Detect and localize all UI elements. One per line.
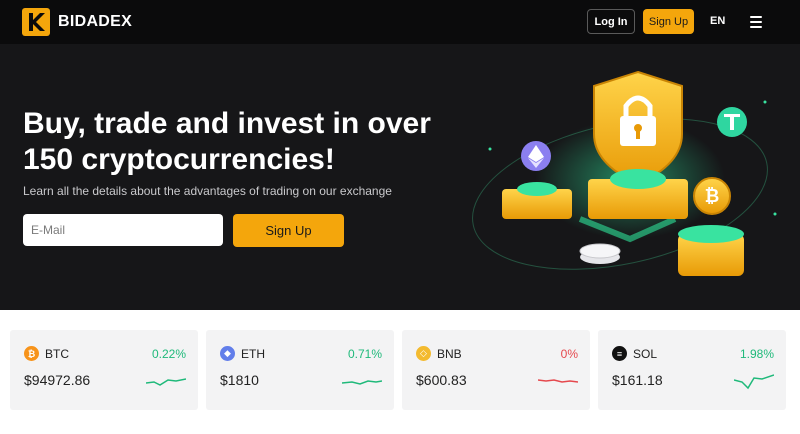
ticker-card-btc[interactable]: ₿ BTC 0.22% $94972.86 xyxy=(10,330,198,410)
crypto-security-illustration: ₿ xyxy=(472,70,777,276)
login-button[interactable]: Log In xyxy=(587,9,635,34)
binance-icon: ◇ xyxy=(416,346,431,361)
hero-title: Buy, trade and invest in over 150 crypto… xyxy=(23,107,431,176)
ticker-symbol: BTC xyxy=(45,347,69,361)
ticker-price: $161.18 xyxy=(612,372,663,388)
sparkline-chart xyxy=(734,374,774,390)
svg-text:₿: ₿ xyxy=(705,186,720,207)
ticker-card-bnb[interactable]: ◇ BNB 0% $600.83 xyxy=(402,330,590,410)
ticker-bar: ₿ BTC 0.22% $94972.86 ◆ ETH 0.71% $1810 … xyxy=(0,310,800,434)
sparkline-chart xyxy=(342,380,382,385)
white-coin-stack-icon xyxy=(579,243,621,264)
ticker-change: 0.71% xyxy=(347,347,382,361)
email-input[interactable] xyxy=(23,214,223,246)
hamburger-menu-icon[interactable] xyxy=(750,16,762,28)
hero-signup-button[interactable]: Sign Up xyxy=(233,214,344,247)
right-coin-stack-icon xyxy=(678,225,744,276)
sparkline-chart xyxy=(538,379,578,383)
ticker-change: 1.98% xyxy=(739,347,774,361)
ethereum-coin-icon xyxy=(521,141,551,171)
ticker-symbol: ETH xyxy=(241,347,265,361)
ethereum-icon: ◆ xyxy=(220,346,235,361)
ticker-symbol: BNB xyxy=(437,347,462,361)
ticker-change: 0.22% xyxy=(151,347,186,361)
hero-section: Buy, trade and invest in over 150 crypto… xyxy=(0,44,800,310)
ticker-change: 0% xyxy=(560,347,578,361)
hero-subtitle: Learn all the details about the advantag… xyxy=(23,184,392,198)
tether-coin-icon xyxy=(717,107,747,137)
ticker-price: $600.83 xyxy=(416,372,467,388)
brand-name[interactable]: BIDADEX xyxy=(58,13,132,31)
ticker-price: $1810 xyxy=(220,372,259,388)
header-signup-button[interactable]: Sign Up xyxy=(643,9,694,34)
ticker-card-sol[interactable]: ≡ SOL 1.98% $161.18 xyxy=(598,330,786,410)
bitcoin-icon: ₿ xyxy=(24,346,39,361)
bitcoin-coin-icon: ₿ xyxy=(693,177,731,215)
sparkline-chart xyxy=(146,378,186,386)
ticker-card-eth[interactable]: ◆ ETH 0.71% $1810 xyxy=(206,330,394,410)
bidadex-logo-icon[interactable] xyxy=(22,8,50,36)
top-navbar: BIDADEX Log In Sign Up EN xyxy=(0,0,800,44)
language-selector[interactable]: EN xyxy=(710,15,725,27)
ticker-price: $94972.86 xyxy=(24,372,91,388)
solana-icon: ≡ xyxy=(612,346,627,361)
ticker-symbol: SOL xyxy=(633,347,658,361)
